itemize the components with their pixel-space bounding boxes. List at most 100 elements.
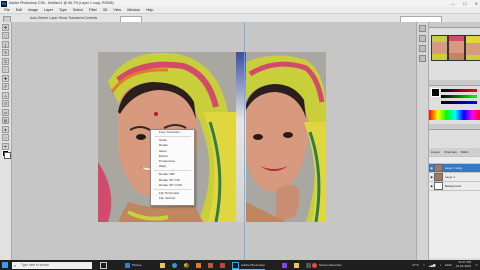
layers-panel-tabs[interactable]: Layers Channels Paths [429,148,480,157]
move-tool-icon[interactable]: ✥ [2,23,9,31]
menu-item-rotate-90-ccw[interactable]: Rotate 90° CCW [151,183,194,188]
menu-select[interactable]: Select [73,8,83,12]
terminal-app-icon[interactable] [306,261,311,269]
toolbox: ✥ ⬚ ʆ ✎ ⌗ ⁄ ✚ ✐ ⊥ ↺ ▭ ▤ ● ○ ✒ [0,22,12,260]
menu-filter[interactable]: Filter [89,8,97,12]
taskbar-app-photoshop[interactable]: Adobe Photoshop [232,261,265,270]
maximize-button[interactable]: ☐ [463,1,467,6]
menu-separator [154,188,191,190]
blur-tool-icon[interactable]: ● [2,125,9,133]
color-panel-tabs[interactable] [429,80,480,86]
pen-tool-icon[interactable]: ✒ [2,142,9,150]
menu-3d[interactable]: 3D [103,8,108,12]
menu-file[interactable]: File [4,8,10,12]
clone-stamp-tool-icon[interactable]: ⊥ [2,91,9,99]
search-icon: ⌕ [14,262,17,268]
weather-temp[interactable]: 27°C [412,263,419,267]
tab-channels[interactable]: Channels [442,150,459,154]
recorder-app-icon [312,262,317,268]
notification-icon[interactable]: ▭ [475,263,478,267]
swatches-panel-icon[interactable] [419,45,426,52]
color-slider-r[interactable] [441,89,477,92]
menu-item-warp[interactable]: Warp [151,164,194,169]
gradient-tool-icon[interactable]: ▤ [2,117,9,124]
layer-thumbnail [434,164,443,172]
layer-thumbnail [434,182,443,190]
navigator-panel-tabs[interactable] [429,22,480,28]
adjustments-panel-tabs[interactable] [429,124,480,130]
lasso-tool-icon[interactable]: ʆ [2,40,9,48]
layer-name: Layer 1 copy [445,166,463,170]
menu-item-flip-vertical[interactable]: Flip Vertical [151,196,194,201]
clock-date: 24-04-2021 [455,263,472,268]
volume-icon[interactable]: ◖ [439,263,441,267]
minimize-button[interactable]: — [451,1,455,6]
quick-select-tool-icon[interactable]: ✎ [2,49,9,56]
menu-item-free-transform[interactable]: Free Transform [151,130,194,135]
healing-tool-icon[interactable]: ✚ [2,74,9,82]
layer-row[interactable]: ◉ Background [429,182,480,191]
marquee-tool-icon[interactable]: ⬚ [2,32,9,39]
eraser-tool-icon[interactable]: ▭ [2,108,9,116]
layer-name: Layer 1 [445,175,456,179]
history-brush-tool-icon[interactable]: ↺ [2,100,9,107]
menu-help[interactable]: Help [146,8,153,12]
guide-line-vertical[interactable] [244,22,245,260]
menu-edit[interactable]: Edit [16,8,22,12]
tab-layers[interactable]: Layers [429,150,442,154]
menu-layer[interactable]: Layer [44,8,53,12]
transform-context-menu: Free Transform Scale Rotate Skew Distort… [150,129,195,206]
file-explorer-icon[interactable] [160,261,165,269]
layer-row[interactable]: ◉ Layer 1 [429,173,480,182]
options-text: Auto-Select: Layer Show Transform Contro… [30,16,98,20]
menu-image[interactable]: Image [28,8,38,12]
adjustments-panel-icon[interactable] [419,55,426,62]
color-spectrum[interactable] [429,110,480,120]
photo-layer-right[interactable] [246,52,326,222]
mail-app-icon[interactable] [208,261,213,269]
photoshop-app-icon [232,261,239,269]
panel-dock [417,22,429,260]
taskbar-app-label: Adobe Photoshop [241,263,265,267]
network-icon[interactable]: ▂▄▆ [429,263,436,267]
photos-app-icon [125,262,130,268]
language-indicator[interactable]: ENG [445,263,452,267]
history-panel-icon[interactable] [419,25,426,32]
folder-app-icon[interactable] [294,261,299,269]
misc-app-icon[interactable] [220,261,225,269]
background-color-swatch[interactable] [4,152,11,159]
close-button[interactable]: ✕ [475,1,478,6]
taskbar-search-box[interactable]: ⌕ Type here to search [12,261,92,269]
color-panel-foreground-swatch[interactable] [431,88,440,97]
store-app-icon[interactable] [196,261,201,269]
window-title: Adobe Photoshop CS6 - Untitled-1 @ 66.7%… [9,1,114,5]
color-slider-g[interactable] [441,95,477,98]
dodge-tool-icon[interactable]: ○ [2,134,9,141]
tray-chevron-icon[interactable]: ˄ [423,263,425,267]
menu-type[interactable]: Type [59,8,67,12]
chrome-browser-icon[interactable] [184,261,189,269]
layer-name: Background [445,184,462,188]
menu-window[interactable]: Window [127,8,140,12]
layer-row[interactable]: ◉ Layer 1 copy [429,164,480,173]
brush-tool-icon[interactable]: ✐ [2,83,9,90]
menu-view[interactable]: View [113,8,121,12]
properties-panel-icon[interactable] [419,35,426,42]
edge-browser-icon[interactable] [172,261,177,269]
taskbar-clock[interactable]: 04:17 PM 24-04-2021 [455,260,472,268]
taskbar-app-recorder[interactable]: Screen Recorder [312,261,342,269]
navigator-thumbnail-3[interactable] [465,35,480,61]
video-app-icon[interactable] [282,261,287,269]
navigator-thumbnail-2[interactable] [448,35,465,61]
layers-options-row[interactable] [429,157,480,164]
color-slider-b[interactable] [441,101,477,104]
tab-paths[interactable]: Paths [459,150,471,154]
crop-tool-icon[interactable]: ⌗ [2,57,9,65]
right-panels: Layers Channels Paths ◉ Layer 1 copy ◉ L… [416,22,480,260]
windows-start-icon[interactable] [2,262,8,268]
eyedropper-tool-icon[interactable]: ⁄ [2,66,9,73]
taskview-icon[interactable] [100,261,107,269]
taskbar-app-photos[interactable]: Photos [125,261,141,269]
menu-separator [154,170,191,172]
navigator-thumbnail-1[interactable] [431,35,448,61]
